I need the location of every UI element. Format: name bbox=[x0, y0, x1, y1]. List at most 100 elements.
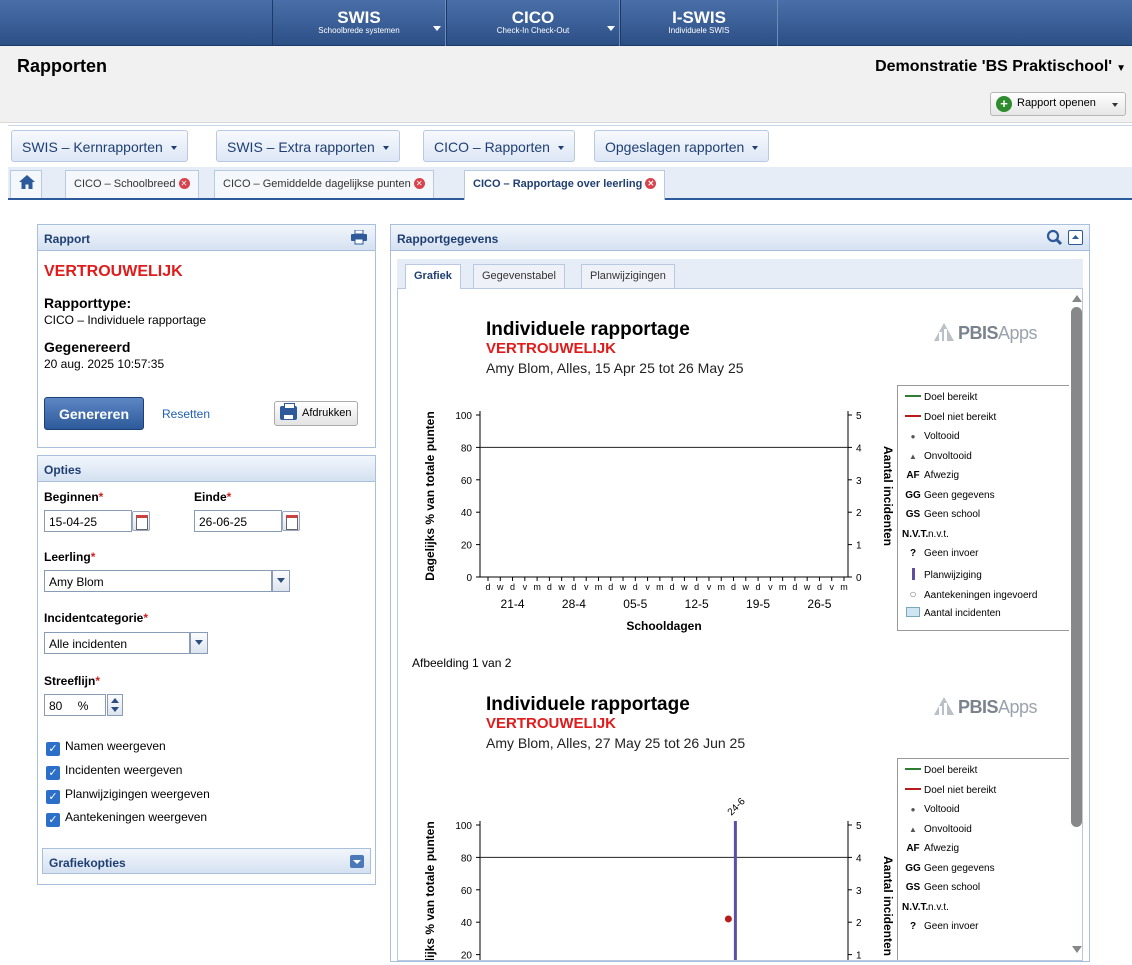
chart2-y2-tick-label: 2 bbox=[856, 918, 862, 929]
plus-icon: + bbox=[996, 96, 1012, 112]
chart2-y-tick-label: 100 bbox=[455, 821, 472, 832]
legend-label: n.v.t. bbox=[928, 901, 949, 913]
chart2-caption: Amy Blom, Alles, 27 May 25 tot 26 Jun 25 bbox=[486, 735, 746, 751]
report-panel: Rapport VERTROUWELIJK Rapporttype: CICO … bbox=[37, 224, 376, 448]
goal-line-input[interactable]: 80 % bbox=[44, 694, 106, 716]
chart1-x-day-label: w bbox=[803, 582, 811, 592]
graph-options-title: Grafiekopties bbox=[49, 856, 126, 870]
chart1-y-tick-label: 20 bbox=[461, 541, 473, 552]
checkbox-show-incidents[interactable]: ✓ Incidenten weergeven bbox=[46, 763, 182, 780]
printer-icon bbox=[280, 403, 297, 420]
chevron-down-icon[interactable] bbox=[190, 632, 208, 654]
legend-label: Geen invoer bbox=[924, 548, 979, 559]
nav-iswis-subtitle: Individuele SWIS bbox=[668, 26, 730, 35]
tab-graph[interactable]: Grafiek bbox=[405, 264, 461, 289]
scrollbar-thumb[interactable] bbox=[1071, 307, 1082, 827]
menu-swis-core[interactable]: SWIS – Kernrapporten bbox=[11, 130, 188, 162]
legend-label: Voltooid bbox=[924, 804, 960, 815]
tab-cico-average-points[interactable]: CICO – Gemiddelde dagelijkse punten ✕ bbox=[214, 170, 434, 198]
chevron-down-icon bbox=[607, 26, 615, 31]
scroll-down-icon[interactable] bbox=[1072, 946, 1082, 954]
end-date-label: Einde* bbox=[194, 490, 232, 504]
legend-item: GS Geen school bbox=[902, 509, 980, 523]
vertical-scrollbar[interactable] bbox=[1069, 289, 1082, 960]
checkbox-show-plan-changes[interactable]: ✓ Planwijzigingen weergeven bbox=[46, 787, 210, 804]
report-data-header: Rapportgegevens bbox=[391, 225, 1089, 251]
incident-category-label: Incidentcategorie* bbox=[44, 611, 149, 625]
tab-plan-changes[interactable]: Planwijzigingen bbox=[581, 264, 675, 288]
chevron-down-icon[interactable] bbox=[272, 570, 290, 592]
checkbox-checked-icon[interactable]: ✓ bbox=[46, 790, 60, 804]
calendar-icon[interactable] bbox=[282, 511, 300, 531]
chart1-y-tick-label: 60 bbox=[461, 476, 473, 487]
legend-symbol: AF bbox=[906, 843, 920, 854]
menu-saved-reports[interactable]: Opgeslagen rapporten bbox=[594, 130, 770, 162]
checkbox-show-notes[interactable]: ✓ Aantekeningen weergeven bbox=[46, 810, 207, 827]
legend-symbol: GS bbox=[905, 882, 921, 893]
printer-icon[interactable] bbox=[351, 230, 367, 245]
tab-data-table[interactable]: Gegevenstabel bbox=[473, 264, 565, 288]
begin-date-input[interactable]: 15-04-25 bbox=[44, 510, 132, 532]
nav-swis[interactable]: SWIS Schoolbrede systemen bbox=[272, 0, 446, 46]
chart1-y2-tick-label: 3 bbox=[856, 476, 862, 487]
tab-cico-student-report[interactable]: CICO – Rapportage over leerling ✕ bbox=[464, 170, 666, 200]
chart1-x-day-label: m bbox=[779, 582, 787, 592]
chevron-down-icon: ▼ bbox=[1116, 63, 1126, 74]
legend-symbol: ○ bbox=[909, 587, 917, 601]
expand-icon[interactable] bbox=[350, 855, 364, 868]
report-data-title: Rapportgegevens bbox=[397, 232, 499, 246]
legend-symbol: GG bbox=[905, 489, 921, 501]
chart1-x-day-label: w bbox=[742, 582, 750, 592]
report-panel-header: Rapport bbox=[38, 225, 375, 251]
print-button[interactable]: Afdrukken bbox=[274, 401, 358, 426]
calendar-icon[interactable] bbox=[132, 511, 150, 531]
student-select[interactable]: Amy Blom bbox=[44, 570, 272, 592]
menu-swis-extra[interactable]: SWIS – Extra rapporten bbox=[216, 130, 400, 162]
legend-label: Voltooid bbox=[924, 431, 960, 442]
graph-tabs-bar: Grafiek Gegevenstabel Planwijzigingen bbox=[397, 259, 1083, 289]
page-title: Rapporten bbox=[17, 56, 107, 76]
generate-button[interactable]: Genereren bbox=[44, 397, 144, 430]
end-date-input[interactable]: 26-06-25 bbox=[194, 510, 282, 532]
legend-item: GG Geen gegevens bbox=[902, 863, 994, 877]
stepper-arrows-icon bbox=[111, 698, 119, 712]
chart1-x-day-label: d bbox=[510, 582, 515, 592]
tab-home[interactable] bbox=[10, 170, 42, 198]
close-icon[interactable]: ✕ bbox=[645, 178, 657, 189]
legend-symbol: ▲ bbox=[909, 824, 917, 834]
menu-cico-reports[interactable]: CICO – Rapporten bbox=[423, 130, 575, 162]
legend-item: ? Geen invoer bbox=[902, 921, 979, 935]
legend-item: AF Afwezig bbox=[902, 470, 959, 484]
legend-item: ▲ Onvoltooid bbox=[902, 824, 972, 838]
report-data-panel: Rapportgegevens Grafiek Gegevenstabel Pl… bbox=[390, 224, 1090, 962]
reset-link[interactable]: Resetten bbox=[162, 407, 210, 421]
school-selector[interactable]: Demonstratie 'BS Praktischool' ▼ bbox=[875, 58, 1126, 76]
checkbox-checked-icon[interactable]: ✓ bbox=[46, 813, 60, 827]
nav-iswis[interactable]: I-SWIS Individuele SWIS bbox=[620, 0, 778, 46]
checkbox-show-names[interactable]: ✓ Namen weergeven bbox=[46, 739, 166, 756]
chart1-y2-tick-label: 5 bbox=[856, 411, 862, 422]
nav-cico[interactable]: CICO Check-In Check-Out bbox=[446, 0, 620, 46]
legend-label: Onvoltooid bbox=[924, 823, 972, 835]
legend-symbol bbox=[902, 606, 924, 619]
chart1-x-day-label: m bbox=[595, 582, 603, 592]
checkbox-checked-icon[interactable]: ✓ bbox=[46, 766, 60, 780]
checkbox-checked-icon[interactable]: ✓ bbox=[46, 742, 60, 756]
graph-options-header[interactable]: Grafiekopties bbox=[42, 848, 371, 874]
close-icon[interactable]: ✕ bbox=[178, 178, 190, 189]
menu-cico-reports-label: CICO – Rapporten bbox=[434, 139, 550, 155]
incident-category-select[interactable]: Alle incidenten bbox=[44, 632, 190, 654]
legend-symbol bbox=[902, 765, 924, 776]
tab-cico-schoolwide[interactable]: CICO – Schoolbreed ✕ bbox=[65, 170, 199, 198]
legend-label: Doel niet bereikt bbox=[924, 411, 997, 423]
chart2-y2-tick-label: 3 bbox=[856, 886, 862, 897]
chart1-y-tick-label: 100 bbox=[455, 411, 472, 422]
search-icon[interactable] bbox=[1046, 229, 1063, 246]
school-name: Demonstratie 'BS Praktischool' bbox=[875, 58, 1113, 75]
collapse-icon[interactable] bbox=[1068, 230, 1083, 245]
close-icon[interactable]: ✕ bbox=[413, 178, 425, 189]
legend-label: Doel bereikt bbox=[924, 392, 978, 403]
open-report-button[interactable]: + Rapport openen bbox=[990, 92, 1126, 116]
scroll-up-icon[interactable] bbox=[1072, 294, 1082, 302]
goal-line-stepper[interactable] bbox=[107, 694, 123, 716]
